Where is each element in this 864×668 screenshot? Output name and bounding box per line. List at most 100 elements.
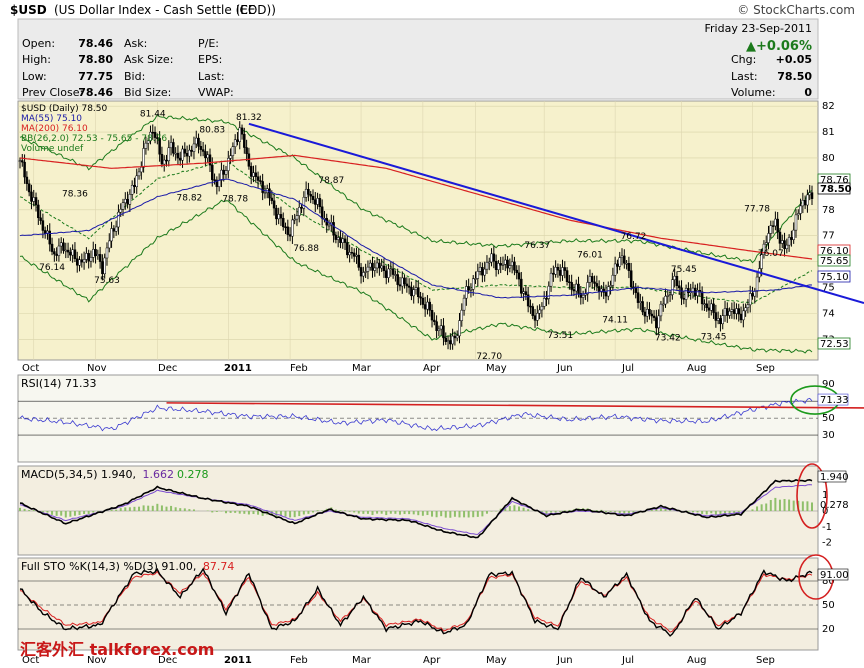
ohlc-body	[291, 219, 294, 237]
ohlc-body	[515, 269, 518, 274]
macd-histogram-bar	[133, 506, 136, 511]
macd-histogram-bar	[188, 509, 191, 511]
macd-histogram-bar	[289, 511, 292, 518]
macd-histogram-bar	[353, 511, 356, 513]
ohlc-body	[382, 265, 386, 272]
ohlc-body	[799, 205, 802, 214]
ohlc-body	[707, 307, 711, 311]
price-annotation: 81.44	[140, 110, 166, 120]
macd-histogram-bar	[513, 505, 516, 511]
ohlc-body	[650, 313, 654, 317]
macd-histogram-bar	[463, 511, 466, 518]
ohlc-body	[96, 254, 100, 257]
price-annotation: 73.45	[701, 333, 727, 343]
ohlc-body	[25, 176, 29, 185]
macd-tick: -1	[822, 522, 832, 533]
exchange-label: ICE	[236, 3, 256, 17]
macd-histogram-bar	[183, 508, 186, 511]
ohlc-body	[478, 267, 482, 272]
ohlc-body	[810, 192, 814, 199]
ohlc-body	[64, 249, 68, 252]
ohlc-body	[735, 308, 738, 314]
ohlc-body	[256, 176, 260, 181]
ohlc-body	[792, 229, 795, 240]
ohlc-body	[625, 262, 628, 265]
macd-histogram-bar	[46, 511, 49, 513]
macd-histogram-bar	[618, 511, 621, 514]
vwap-label: VWAP:	[198, 86, 234, 99]
ohlc-body	[295, 215, 299, 220]
ohlc-body	[151, 131, 155, 134]
macd-histogram-bar	[371, 511, 374, 515]
month-label-bottom: Mar	[352, 655, 372, 666]
macd-histogram-bar	[421, 511, 424, 516]
ohlc-body	[268, 188, 271, 199]
ohlc-body	[700, 291, 704, 305]
right-value-label: 78.50	[820, 184, 852, 195]
month-label-bottom: Feb	[290, 655, 308, 666]
ohlc-body	[343, 238, 347, 243]
ohlc-body	[181, 148, 184, 161]
ohlc-body	[492, 253, 496, 262]
ohlc-body	[437, 328, 441, 331]
ohlc-body	[27, 183, 31, 193]
ohlc-body	[755, 276, 759, 292]
ohlc-body	[483, 268, 486, 276]
price-right-labels: 78.7678.5076.1075.6575.1072.53	[817, 173, 852, 350]
eps-label: EPS:	[198, 53, 222, 66]
ohlc-body	[803, 200, 807, 206]
ohlc-body	[94, 249, 97, 257]
macd-histogram-bar	[627, 511, 630, 514]
ohlc-body	[293, 218, 296, 221]
ohlc-body	[703, 303, 706, 306]
price-annotation: 76.88	[293, 244, 319, 254]
ohlc-body	[604, 292, 608, 297]
symbol-title: $USD	[10, 3, 47, 17]
macd-histogram-bar	[64, 511, 67, 518]
ohlc-body	[806, 194, 809, 206]
ohlc-body	[737, 308, 741, 315]
quote-date: Friday 23-Sep-2011	[705, 22, 813, 35]
ohlc-body	[714, 312, 718, 321]
ohlc-body	[476, 271, 480, 279]
macd-histogram-bar	[811, 502, 813, 511]
macd-histogram-bar	[778, 499, 781, 511]
macd-histogram-bar	[751, 509, 754, 511]
bid-label: Bid:	[124, 70, 145, 83]
macd-histogram-bar	[165, 506, 168, 511]
ohlc-body	[346, 242, 349, 256]
watermark: © StockCharts.com	[737, 3, 855, 17]
macd-histogram-bar	[247, 511, 250, 515]
legend-ma55: MA(55) 75.10	[21, 114, 82, 124]
chg-value: +0.05	[776, 53, 812, 66]
ohlc-body	[206, 154, 209, 159]
ohlc-body	[671, 279, 674, 295]
ohlc-body	[730, 309, 734, 312]
macd-histogram-bar	[142, 505, 145, 511]
ohlc-body	[769, 225, 773, 234]
ohlc-body	[53, 251, 56, 255]
ohlc-body	[50, 243, 54, 252]
macd-histogram-bar	[311, 511, 314, 513]
ohlc-body	[371, 262, 374, 271]
month-label-bottom: Jun	[556, 655, 573, 666]
ohlc-body	[545, 298, 548, 300]
macd-histogram-bar	[554, 511, 557, 513]
ohlc-body	[561, 267, 564, 276]
ohlc-body	[748, 293, 752, 306]
macd-histogram-bar	[769, 500, 772, 511]
ohlc-body	[252, 172, 255, 177]
ohlc-body	[332, 222, 335, 236]
price-annotation: 75.63	[94, 276, 120, 286]
macd-histogram-bar	[257, 511, 260, 515]
macd-histogram-bar	[307, 511, 310, 514]
ohlc-body	[474, 278, 477, 280]
ohlc-body	[565, 270, 569, 283]
ohlc-body	[618, 257, 621, 267]
macd-histogram-bar	[398, 511, 401, 515]
macd-histogram-bar	[426, 511, 429, 516]
up-arrow-icon: ▲	[746, 39, 756, 54]
y-tick-label: 81	[822, 127, 835, 138]
ohlc-body	[401, 277, 404, 287]
macd-histogram-bar	[380, 511, 383, 514]
